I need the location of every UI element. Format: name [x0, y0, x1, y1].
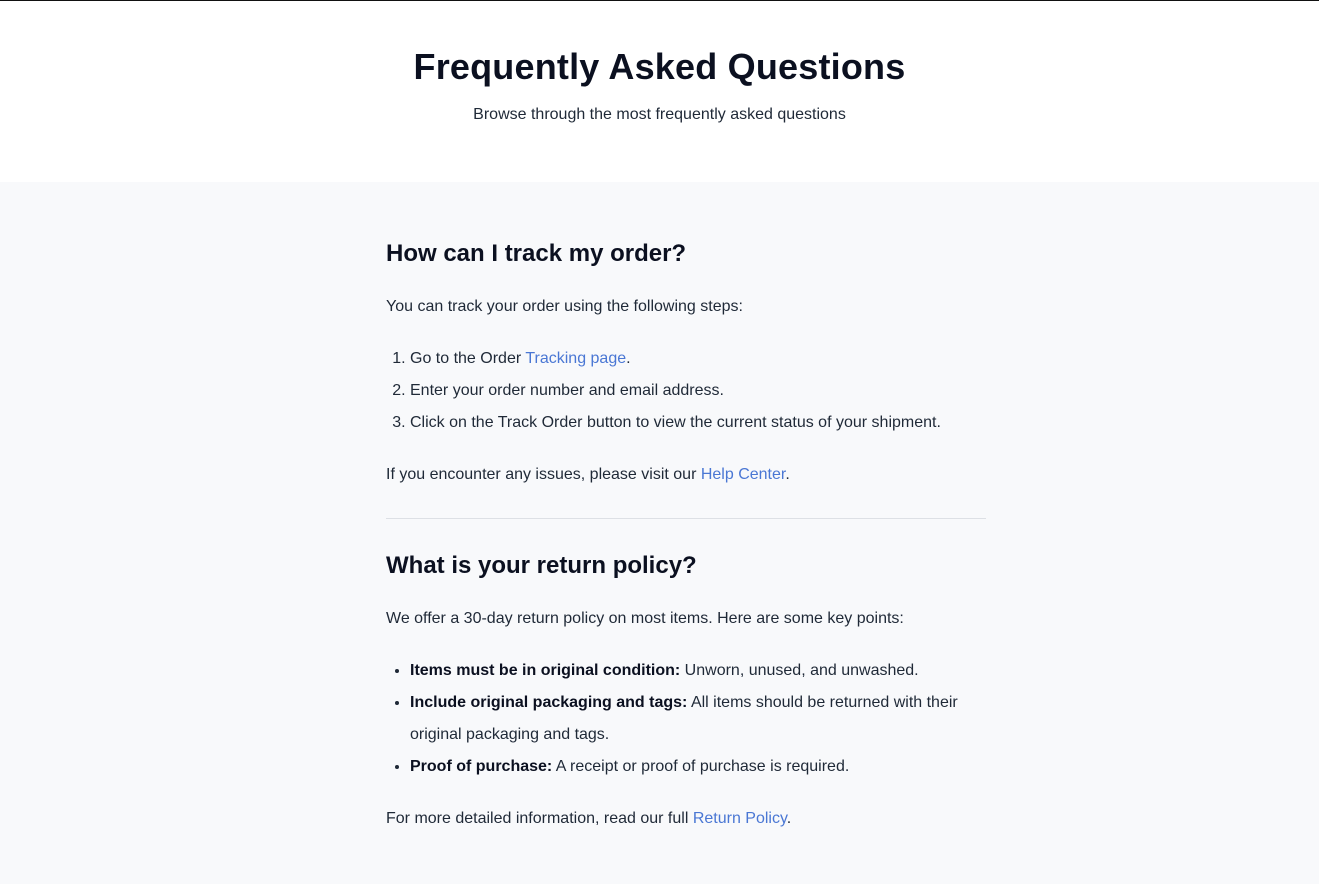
help-center-link[interactable]: Help Center — [701, 466, 786, 483]
list-item: Click on the Track Order button to view … — [410, 407, 986, 439]
faq-divider — [386, 518, 986, 519]
return-points-list: Items must be in original condition: Unw… — [386, 655, 986, 783]
faq-intro: We offer a 30-day return policy on most … — [386, 610, 904, 627]
list-item: Go to the Order Tracking page. — [410, 343, 986, 375]
page-title: Frequently Asked Questions — [413, 46, 906, 87]
list-item: Proof of purchase: A receipt or proof of… — [410, 751, 986, 783]
faq-list: How can I track my order? You can track … — [386, 182, 986, 835]
faq-item-return-policy: What is your return policy? We offer a 3… — [386, 550, 986, 835]
tracking-page-link[interactable]: Tracking page — [525, 350, 626, 367]
faq-question: How can I track my order? — [386, 240, 687, 267]
list-item: Enter your order number and email addres… — [410, 375, 986, 407]
faq-outro: For more detailed information, read our … — [386, 810, 792, 827]
faq-item-track-order: How can I track my order? You can track … — [386, 238, 986, 491]
page-header: Frequently Asked Questions Browse throug… — [0, 1, 1319, 182]
list-item: Items must be in original condition: Unw… — [410, 655, 986, 687]
list-item: Include original packaging and tags: All… — [410, 687, 986, 751]
faq-outro: If you encounter any issues, please visi… — [386, 466, 790, 483]
page-subtitle: Browse through the most frequently asked… — [473, 106, 846, 123]
tracking-steps-list: Go to the Order Tracking page. Enter you… — [386, 343, 986, 439]
faq-intro: You can track your order using the follo… — [386, 298, 743, 315]
faq-question: What is your return policy? — [386, 552, 697, 579]
return-policy-link[interactable]: Return Policy — [693, 810, 787, 827]
